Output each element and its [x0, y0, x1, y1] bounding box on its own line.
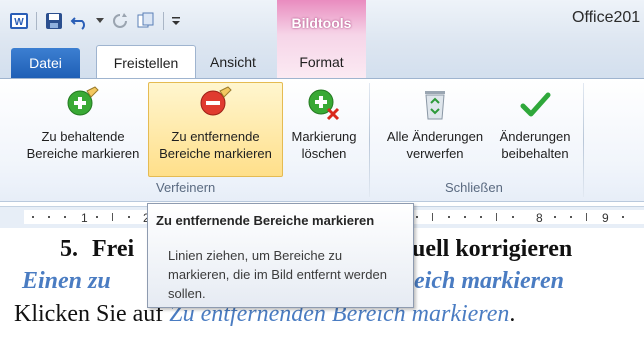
checkmark-icon [520, 92, 551, 117]
ruler-dot [512, 216, 514, 218]
ruler-tick [432, 213, 433, 221]
subheading-text-end: eich markieren [414, 268, 564, 294]
ruler-tick [586, 213, 587, 221]
label-line: verwerfen [406, 146, 464, 161]
quick-access-toolbar: W [8, 9, 182, 33]
label-line: Zu entfernende [171, 129, 260, 144]
ruler-dot [570, 216, 572, 218]
copy-format-icon[interactable] [135, 10, 157, 32]
ruler-dot [480, 216, 482, 218]
ribbon: Zu behaltende Bereiche markieren Zu entf… [0, 78, 644, 202]
ruler-dot [48, 216, 50, 218]
group-divider [369, 83, 370, 197]
tab-freistellen[interactable]: Freistellen [96, 45, 196, 79]
tab-format-label: Format [299, 53, 344, 70]
delete-mark-label: Markierung löschen [291, 128, 356, 162]
redo-icon[interactable] [109, 10, 131, 32]
tab-ansicht[interactable]: Ansicht [200, 46, 266, 77]
subheading-text-start: Einen zu [22, 268, 111, 294]
label-line: Markierung [291, 129, 357, 144]
ruler-number: 9 [602, 211, 609, 225]
keep-changes-label: Änderungen beibehalten [500, 128, 571, 162]
tab-format-overlay[interactable]: Format [277, 46, 366, 77]
label-line: Bereiche markieren [159, 146, 272, 161]
word-window: W Office201 Datei Freistellen Ansicht Bi… [0, 0, 644, 339]
context-tab-group-label: Bildtools [291, 15, 352, 31]
plus-pencil-icon [67, 86, 99, 116]
screen-tip-body: Linien ziehen, um Bereiche zu markieren,… [168, 248, 387, 301]
window-title: Office201 [572, 9, 641, 26]
mark-areas-to-remove-button[interactable]: Zu entfernende Bereiche markieren [148, 82, 283, 177]
heading-text-end: uell korrigieren [412, 236, 573, 262]
chevron-down-icon[interactable] [95, 10, 105, 32]
group-label-verfeinern: Verfeinern [156, 180, 216, 195]
save-icon[interactable] [43, 10, 65, 32]
group-divider [583, 83, 584, 197]
label-line: Alle Änderungen [386, 129, 484, 144]
toolbar-divider [36, 12, 37, 30]
screen-tip-title: Zu entfernende Bereiche markieren [156, 213, 375, 228]
body-text: Klicken Sie auf [14, 301, 170, 327]
ruler-number: 1 [81, 211, 88, 225]
ruler-number: 8 [536, 211, 543, 225]
ruler-dot [464, 216, 466, 218]
discard-all-changes-button[interactable]: Alle Änderungen verwerfen [376, 83, 494, 173]
ruler-dot [416, 216, 418, 218]
label-line: Zu behaltende [41, 129, 125, 144]
label-line: löschen [301, 146, 347, 161]
mark-areas-to-keep-button[interactable]: Zu behaltende Bereiche markieren [17, 83, 149, 173]
ruler-dot [32, 216, 34, 218]
delete-mark-button[interactable]: Markierung löschen [283, 83, 365, 173]
label-line: Bereiche markieren [26, 146, 140, 161]
ruler-dot [554, 216, 556, 218]
ruler-dot [64, 216, 66, 218]
discard-all-changes-label: Alle Änderungen verwerfen [387, 128, 483, 162]
delete-mark-icon [308, 89, 340, 121]
mark-areas-to-keep-label: Zu behaltende Bereiche markieren [27, 128, 140, 162]
word-app-icon[interactable]: W [8, 10, 30, 32]
document-heading: 5. Frei [60, 236, 134, 263]
screen-tip: Zu entfernende Bereiche markieren Linien… [147, 203, 414, 308]
ruler-tick [496, 213, 497, 221]
label-line: beibehalten [501, 146, 569, 161]
keep-changes-button[interactable]: Änderungen beibehalten [492, 83, 578, 173]
ruler-dot [448, 216, 450, 218]
undo-icon[interactable] [69, 10, 91, 32]
ruler-tick [112, 213, 113, 221]
customize-toolbar-icon[interactable] [170, 10, 182, 32]
minus-pencil-icon [200, 86, 232, 116]
heading-number: 5. [60, 236, 78, 262]
svg-text:W: W [14, 17, 24, 28]
ruler-dot [96, 216, 98, 218]
toolbar-divider [163, 12, 164, 30]
heading-text-start: Frei [92, 236, 135, 262]
label-line: Änderungen [499, 129, 571, 144]
recycle-bin-icon [425, 91, 445, 120]
ruler-dot [128, 216, 130, 218]
group-label-schliessen: Schließen [445, 180, 503, 195]
body-period: . [509, 301, 516, 327]
ruler-dot [622, 216, 624, 218]
mark-areas-to-remove-label: Zu entfernende Bereiche markieren [159, 128, 272, 162]
tab-datei[interactable]: Datei [11, 48, 80, 78]
